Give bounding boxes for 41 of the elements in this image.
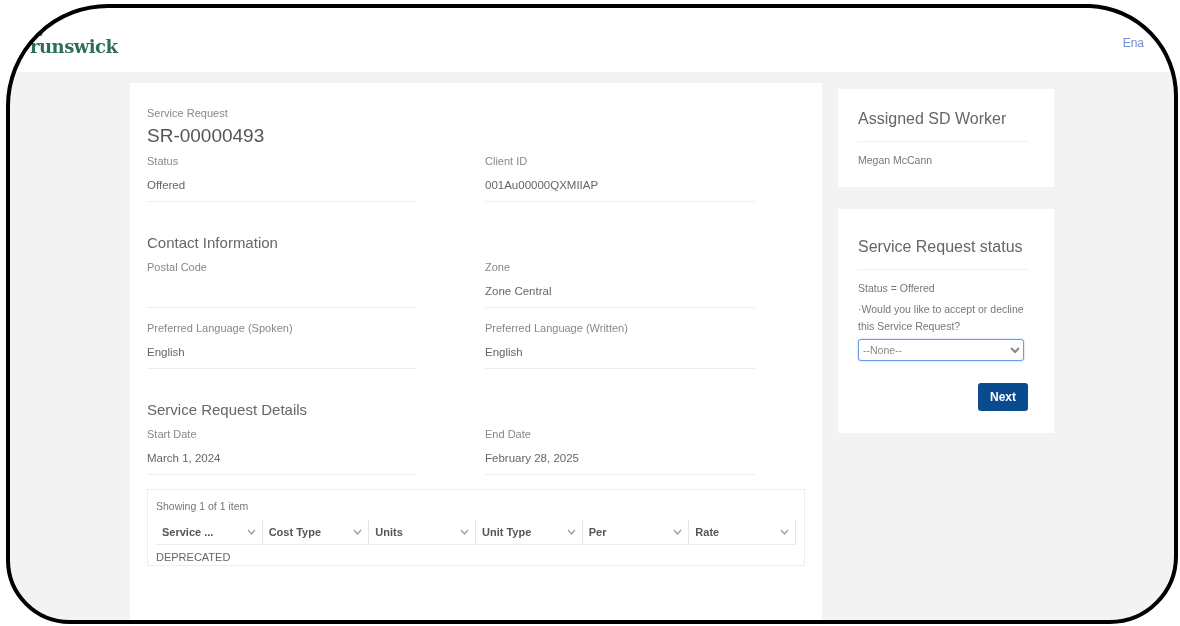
card-title: Assigned SD Worker xyxy=(858,107,1028,142)
column-header[interactable]: Cost Type xyxy=(262,520,370,544)
logo-text: runswick xyxy=(30,35,118,57)
field-label: Client ID xyxy=(485,155,529,169)
chevron-down-icon xyxy=(246,529,256,535)
field-value: 001Au00000QXMIIAP xyxy=(485,179,600,193)
field-label: Preferred Language (Written) xyxy=(485,322,629,336)
field-label: Start Date xyxy=(147,428,198,442)
chevron-down-icon xyxy=(460,529,469,535)
worker-name: Megan McCann xyxy=(858,153,934,168)
column-header[interactable]: Unit Type xyxy=(476,520,583,544)
field-value: English xyxy=(147,346,186,360)
question-text: ·Would you like to accept or decline this Service Request? xyxy=(858,302,1025,334)
card-title: Service Request status xyxy=(858,235,1028,270)
field-label: Preferred Language (Spoken) xyxy=(147,322,294,336)
field-value: Offered xyxy=(147,179,187,193)
chevron-down-icon xyxy=(673,529,683,535)
chevron-down-icon xyxy=(353,529,363,535)
field-value: February 28, 2025 xyxy=(485,452,580,466)
chevron-down-icon xyxy=(566,529,576,535)
status-text: Status = Offered xyxy=(858,281,936,296)
table-cell-text: DEPRECATED xyxy=(156,550,231,563)
section-heading: Contact Information xyxy=(147,234,279,251)
column-header[interactable]: Service ... xyxy=(156,520,263,544)
column-header[interactable]: Per xyxy=(582,520,690,544)
field-label: Postal Code xyxy=(147,261,208,275)
field-value: English xyxy=(485,346,524,360)
field-label: Zone xyxy=(485,261,512,275)
field-label: Status xyxy=(147,155,180,169)
item-count: Showing 1 of 1 item xyxy=(156,500,250,512)
section-heading: Service Request Details xyxy=(147,401,309,418)
field-label: End Date xyxy=(485,428,532,442)
column-header[interactable]: Units xyxy=(369,520,476,544)
record-type-label: Service Request xyxy=(147,107,229,119)
decision-select[interactable]: --None-- xyxy=(858,339,1024,361)
column-header[interactable]: Rate xyxy=(689,520,797,544)
field-value: Zone Central xyxy=(485,285,553,299)
field-value: March 1, 2024 xyxy=(147,452,222,466)
chevron-down-icon xyxy=(780,529,790,535)
next-button[interactable]: Next xyxy=(978,383,1028,411)
record-number: SR-00000493 xyxy=(147,125,266,147)
